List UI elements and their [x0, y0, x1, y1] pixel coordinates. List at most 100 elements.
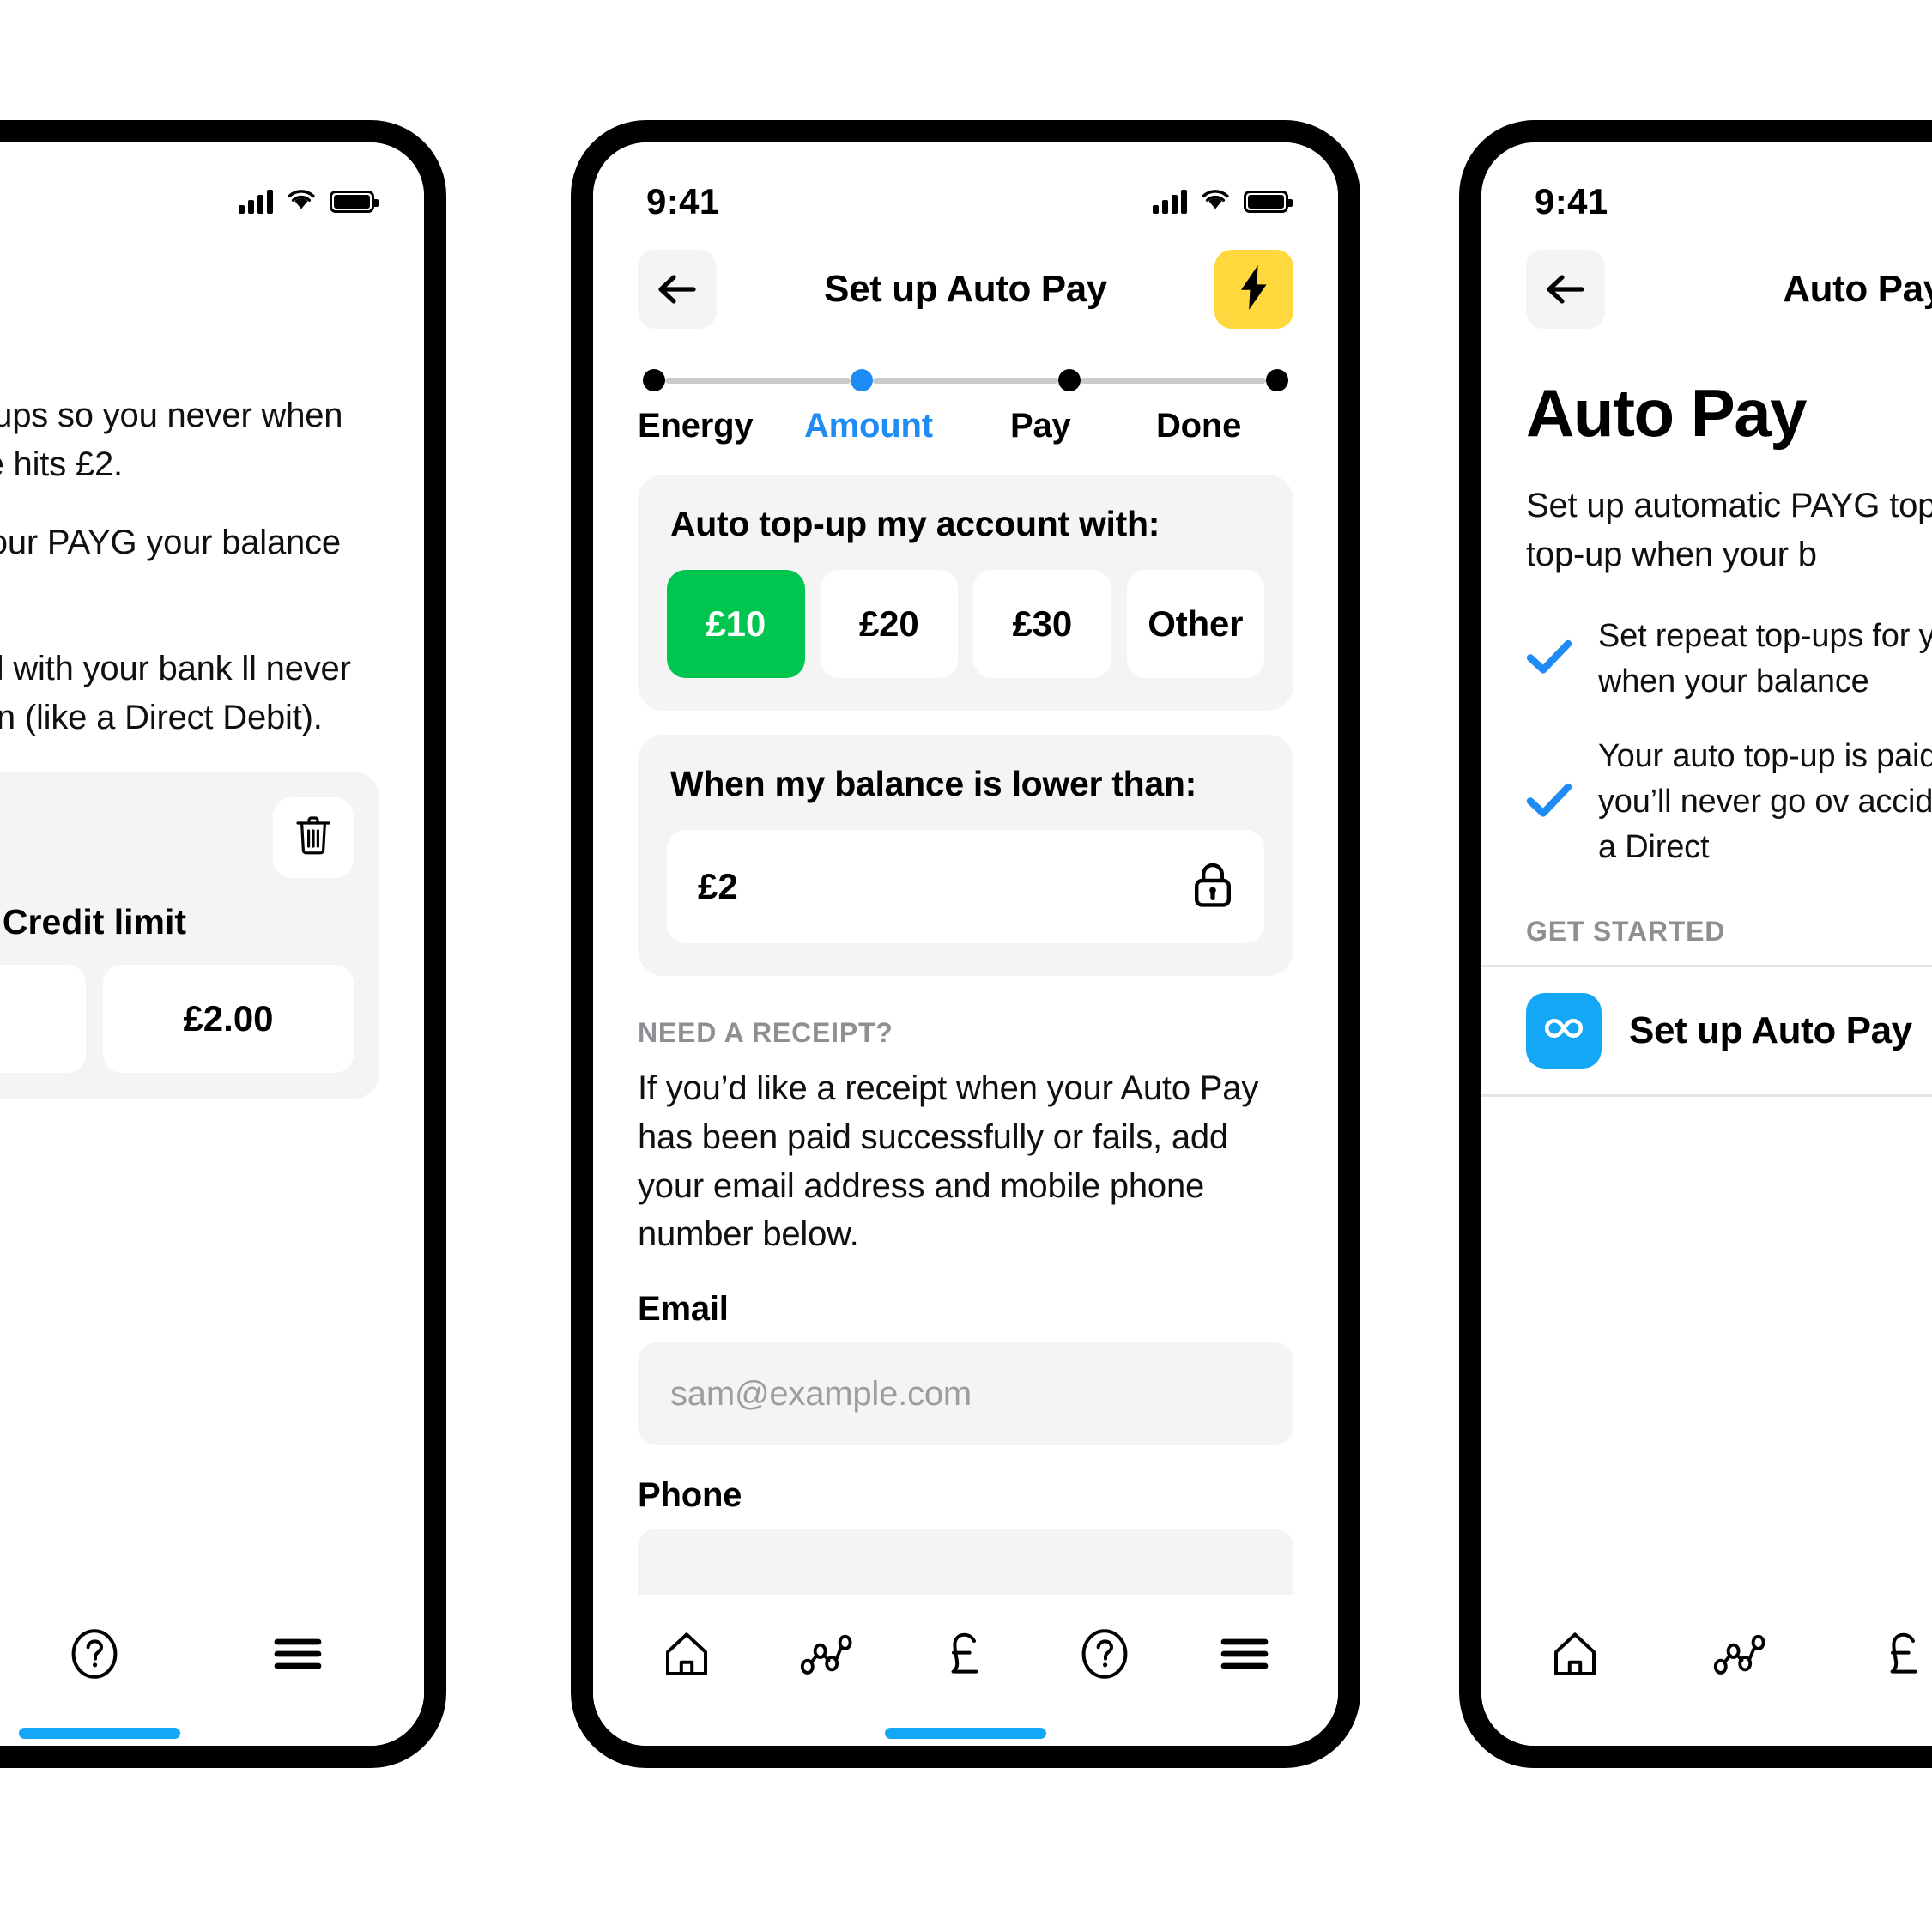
amount-option-30[interactable]: £30: [973, 570, 1111, 678]
phone-mockup-right: 9:41 Auto Pay Auto Pay Set up automatic …: [1459, 120, 1932, 1768]
nav-item-help-left[interactable]: [47, 1617, 142, 1694]
step-dot-energy[interactable]: [643, 369, 665, 391]
page-title-mid: Set up Auto Pay: [824, 268, 1107, 310]
left-paragraph-1: op-ups for your PAYG your balance reache…: [0, 523, 341, 561]
cellular-signal-icon: [239, 190, 273, 214]
infinity-icon: [1540, 1014, 1588, 1046]
trash-icon: [293, 813, 334, 862]
step-dot-done[interactable]: [1266, 369, 1288, 391]
status-time-mid: 9:41: [646, 181, 720, 221]
battery-icon: [330, 191, 379, 213]
lightning-bolt-icon: [1239, 264, 1269, 314]
left-body-copy: c PAYG top-ups so you never when your ba…: [0, 340, 424, 742]
battery-icon: [1244, 191, 1293, 213]
nav-item-home-mid[interactable]: [639, 1617, 734, 1694]
step-dot-amount[interactable]: [851, 369, 873, 391]
step-line-1: [665, 377, 851, 384]
nav-item-home-right[interactable]: [1528, 1617, 1622, 1694]
benefit-item-0: Set repeat top-ups for yo meter when you…: [1526, 614, 1932, 705]
email-placeholder: sam@example.com: [670, 1374, 972, 1413]
status-time-right: 9:41: [1535, 181, 1608, 221]
usage-graph-icon: [800, 1630, 853, 1682]
question-mark-circle-icon: [1080, 1627, 1130, 1685]
lightning-action-button[interactable]: [1214, 250, 1293, 329]
check-icon: [1526, 639, 1572, 679]
stepper-track: [638, 369, 1293, 391]
check-icon: [1526, 782, 1572, 822]
home-indicator-mid: [885, 1728, 1046, 1739]
nav-bar-mid: Set up Auto Pay: [593, 228, 1338, 340]
email-input[interactable]: sam@example.com: [638, 1342, 1293, 1446]
nav-item-pay-right[interactable]: [1857, 1617, 1932, 1694]
phone-label: Phone: [638, 1476, 742, 1515]
left-paragraph-0: c PAYG top-ups so you never when your ba…: [0, 397, 343, 483]
step-label-energy: Energy: [638, 407, 754, 445]
auto-topup-amount-card: Auto top-up my account with: £10 £20 £30…: [638, 475, 1293, 711]
intro-paragraph-right: Set up automatic PAYG top-u forget to to…: [1526, 487, 1932, 573]
screen-auto-pay-settings: Auto Pay c PAYG top-ups so you never whe…: [0, 142, 424, 1746]
pound-sterling-icon: [942, 1628, 990, 1684]
phone-mockup-middle: 9:41 Set up Auto Pay Energy Amount Pay D…: [571, 120, 1360, 1768]
receipt-overline: NEED A RECEIPT?: [638, 1017, 893, 1048]
nav-item-menu-mid[interactable]: [1197, 1617, 1292, 1694]
status-bar-mid: 9:41: [593, 142, 1338, 228]
stepper-labels: Energy Amount Pay Done: [638, 407, 1293, 445]
credit-limit-card: Credit limit £2.00: [0, 771, 379, 1099]
page-title-right: Auto Pay: [1783, 268, 1932, 310]
pound-sterling-icon: [1881, 1628, 1929, 1684]
bottom-nav-mid: [593, 1595, 1338, 1746]
credit-limit-value[interactable]: £2.00: [103, 964, 354, 1073]
credit-limit-values: £2.00: [0, 964, 354, 1073]
nav-item-pay-mid[interactable]: [918, 1617, 1013, 1694]
status-bar-left: [0, 142, 424, 228]
usage-graph-icon: [1713, 1630, 1766, 1682]
nav-bar-left: Auto Pay: [0, 228, 424, 340]
nav-item-menu-left[interactable]: [251, 1617, 345, 1694]
bottom-nav-left: [0, 1595, 424, 1746]
step-line-2: [873, 377, 1058, 384]
phone-mockup-left: Auto Pay c PAYG top-ups so you never whe…: [0, 120, 446, 1768]
balance-threshold-title: When my balance is lower than:: [670, 764, 1196, 803]
infinity-badge: [1526, 992, 1602, 1069]
receipt-section: NEED A RECEIPT? If you’d like a receipt …: [593, 976, 1338, 1632]
get-started-overline: GET STARTED: [1526, 915, 1726, 947]
back-button-right[interactable]: [1526, 250, 1605, 329]
benefit-bullets: Set repeat top-ups for yo meter when you…: [1481, 579, 1932, 871]
wifi-icon: [287, 189, 316, 215]
status-bar-right: 9:41: [1481, 142, 1932, 228]
balance-threshold-card: When my balance is lower than: £2: [638, 735, 1293, 976]
nav-bar-right: Auto Pay: [1481, 228, 1932, 340]
list-divider-bottom: [1481, 1093, 1932, 1097]
benefit-text-0: Set repeat top-ups for yo meter when you…: [1598, 617, 1932, 700]
hamburger-menu-icon: [1220, 1635, 1269, 1677]
hamburger-menu-icon: [273, 1635, 323, 1677]
credit-limit-secondary-box[interactable]: [0, 964, 86, 1073]
screen-set-up-auto-pay: 9:41 Set up Auto Pay Energy Amount Pay D…: [593, 142, 1338, 1746]
question-mark-circle-icon: [70, 1627, 119, 1685]
step-label-done: Done: [1156, 407, 1242, 445]
home-icon: [662, 1629, 712, 1683]
amount-option-other[interactable]: Other: [1126, 570, 1264, 678]
amount-option-20[interactable]: £20: [820, 570, 958, 678]
progress-stepper: Energy Amount Pay Done: [593, 340, 1338, 451]
auto-topup-card-title: Auto top-up my account with:: [670, 504, 1160, 543]
delete-button[interactable]: [273, 796, 354, 878]
nav-item-help-mid[interactable]: [1057, 1617, 1152, 1694]
step-dot-pay[interactable]: [1058, 369, 1081, 391]
list-item-set-up-auto-pay[interactable]: Set up Auto Pay: [1481, 967, 1932, 1094]
balance-threshold-value: £2: [698, 866, 738, 906]
balance-threshold-field[interactable]: £2: [667, 830, 1264, 943]
back-button[interactable]: [638, 250, 717, 329]
home-indicator-left: [19, 1728, 180, 1739]
screen-auto-pay-intro: 9:41 Auto Pay Auto Pay Set up automatic …: [1481, 142, 1932, 1746]
left-paragraph-2: op-up is paid with your bank ll never go…: [0, 650, 351, 736]
list-item-label: Set up Auto Pay: [1629, 1008, 1912, 1051]
nav-item-usage-right[interactable]: [1693, 1617, 1787, 1694]
amount-option-10[interactable]: £10: [667, 570, 805, 678]
benefit-text-1: Your auto top-up is paid card, so you’ll…: [1598, 737, 1932, 866]
back-arrow-icon: [656, 272, 699, 306]
nav-item-usage-mid[interactable]: [779, 1617, 874, 1694]
home-icon: [1550, 1629, 1600, 1683]
wifi-icon: [1201, 189, 1230, 215]
screenshot-stage: Auto Pay c PAYG top-ups so you never whe…: [0, 0, 1932, 1932]
